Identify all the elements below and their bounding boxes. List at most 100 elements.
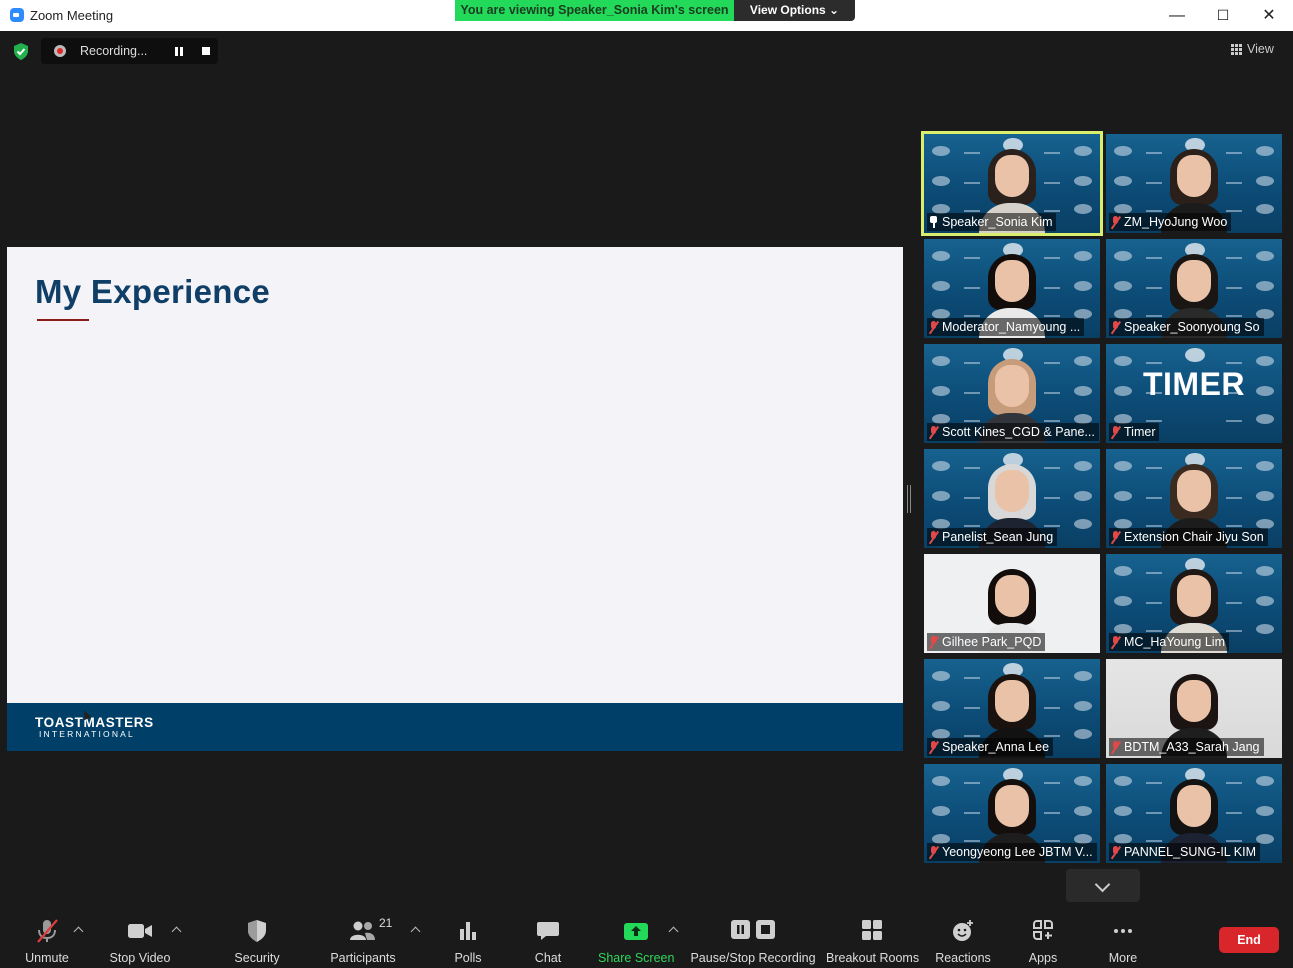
pause-recording-icon[interactable] — [174, 47, 184, 56]
encryption-shield-icon[interactable] — [13, 43, 29, 60]
participant-name-label: Speaker_Sonia Kim — [927, 213, 1057, 231]
breakout-rooms-icon — [862, 920, 882, 940]
gallery-scroll-down-button[interactable] — [1066, 869, 1140, 902]
zoom-meeting-window: { "window": { "title": "Zoom Meeting", "… — [0, 0, 1293, 968]
participant-name-label: Gilhee Park_PQD — [927, 633, 1046, 651]
security-shield-icon — [248, 920, 266, 942]
view-label: View — [1247, 42, 1274, 56]
share-screen-label: Share Screen — [598, 951, 675, 965]
participant-name: Speaker_Soonyoung So — [1124, 320, 1260, 334]
reactions-smiley-icon — [953, 920, 973, 941]
pause-stop-recording-label: Pause/Stop Recording — [690, 951, 816, 965]
participant-tile[interactable]: Gilhee Park_PQD — [924, 554, 1100, 653]
participant-name-label: Yeongyeong Lee JBTM V... — [927, 843, 1097, 861]
viewing-screen-banner: You are viewing Speaker_Sonia Kim's scre… — [455, 0, 734, 21]
participant-tile[interactable]: PANNEL_SUNG-IL KIM — [1106, 764, 1282, 863]
participant-name: Moderator_Namyoung ... — [942, 320, 1081, 334]
muted-mic-icon — [1111, 425, 1120, 439]
participant-tile[interactable]: Speaker_Anna Lee — [924, 659, 1100, 758]
participants-count: 21 — [379, 916, 393, 930]
muted-mic-icon — [1111, 215, 1120, 229]
participant-tile[interactable]: Extension Chair Jiyu Son — [1106, 449, 1282, 548]
participant-name: Extension Chair Jiyu Son — [1124, 530, 1264, 544]
spotlight-pin-icon — [929, 216, 938, 228]
participant-tile[interactable]: TIMER Timer — [1106, 344, 1282, 443]
share-screen-button[interactable]: Share Screen — [598, 918, 674, 966]
stop-recording-icon[interactable] — [202, 47, 210, 55]
polls-chart-icon — [460, 922, 476, 940]
zoom-app-icon — [10, 8, 24, 22]
shared-screen-slide: My Experience TOASTMASTERS INTERNATIONAL — [7, 247, 903, 751]
window-title: Zoom Meeting — [30, 8, 114, 23]
participant-tile[interactable]: MC_HaYoung Lim — [1106, 554, 1282, 653]
more-button[interactable]: More — [1102, 918, 1144, 966]
breakout-rooms-button[interactable]: Breakout Rooms — [826, 918, 920, 966]
participants-button[interactable]: 21 Participants — [326, 916, 400, 966]
participant-name: Panelist_Sean Jung — [942, 530, 1054, 544]
participant-tile[interactable]: ZM_HyoJung Woo — [1106, 134, 1282, 233]
participant-name-label: Scott Kines_CGD & Pane... — [927, 423, 1099, 441]
participant-name-label: Speaker_Anna Lee — [927, 738, 1054, 756]
grid-view-icon — [1231, 43, 1242, 55]
slide-title: My Experience — [35, 273, 271, 310]
apps-button[interactable]: Apps — [1022, 918, 1064, 966]
share-screen-arrow-icon — [624, 923, 648, 940]
toastmasters-logo: TOASTMASTERS INTERNATIONAL — [35, 716, 154, 739]
participant-tile[interactable]: Scott Kines_CGD & Pane... — [924, 344, 1100, 443]
chat-button[interactable]: Chat — [527, 918, 569, 966]
breakout-rooms-label: Breakout Rooms — [826, 951, 920, 965]
panel-splitter-handle[interactable] — [906, 485, 912, 513]
microphone-muted-icon — [37, 919, 58, 943]
participant-tile[interactable]: Speaker_Sonia Kim — [921, 131, 1103, 236]
reactions-button[interactable]: Reactions — [933, 918, 993, 966]
participants-icon — [350, 921, 375, 940]
participant-tile[interactable]: Panelist_Sean Jung — [924, 449, 1100, 548]
muted-mic-icon — [929, 845, 938, 859]
maximize-button[interactable]: ☐ — [1200, 0, 1246, 31]
participant-name: BDTM_A33_Sarah Jang — [1124, 740, 1260, 754]
participant-name-label: ZM_HyoJung Woo — [1109, 213, 1232, 231]
stop-video-label: Stop Video — [109, 951, 171, 965]
muted-mic-icon — [1111, 320, 1120, 334]
view-options-button[interactable]: View Options ⌄ — [734, 0, 855, 21]
muted-mic-icon — [929, 530, 938, 544]
security-label: Security — [234, 951, 280, 965]
polls-button[interactable]: Polls — [447, 918, 489, 966]
minimize-button[interactable]: — — [1154, 0, 1200, 31]
participant-name: Speaker_Anna Lee — [942, 740, 1050, 754]
participant-tile[interactable]: BDTM_A33_Sarah Jang — [1106, 659, 1282, 758]
pause-stop-icon — [731, 920, 775, 939]
muted-mic-icon — [1111, 635, 1120, 649]
participant-name: MC_HaYoung Lim — [1124, 635, 1225, 649]
muted-mic-icon — [929, 320, 938, 334]
more-label: More — [1108, 951, 1138, 965]
stop-video-button[interactable]: Stop Video — [105, 918, 175, 966]
participant-name: Gilhee Park_PQD — [942, 635, 1042, 649]
chat-label: Chat — [534, 951, 562, 965]
participant-name-label: Panelist_Sean Jung — [927, 528, 1058, 546]
close-button[interactable]: ✕ — [1246, 0, 1292, 31]
security-button[interactable]: Security — [228, 918, 286, 966]
participants-options-caret-icon[interactable] — [410, 926, 421, 937]
participant-name: Scott Kines_CGD & Pane... — [942, 425, 1095, 439]
apps-label: Apps — [1028, 951, 1058, 965]
recording-dot-icon — [54, 45, 66, 57]
pause-stop-recording-button[interactable]: Pause/Stop Recording — [690, 918, 816, 966]
participant-tile[interactable]: Yeongyeong Lee JBTM V... — [924, 764, 1100, 863]
participant-name-label: Timer — [1109, 423, 1160, 441]
participant-tile[interactable]: Moderator_Namyoung ... — [924, 239, 1100, 338]
participant-tile[interactable]: Speaker_Soonyoung So — [1106, 239, 1282, 338]
unmute-button[interactable]: Unmute — [18, 918, 76, 966]
apps-icon — [1033, 920, 1053, 940]
muted-mic-icon — [1111, 530, 1120, 544]
polls-label: Polls — [454, 951, 482, 965]
participant-name: Speaker_Sonia Kim — [942, 215, 1053, 229]
end-meeting-button[interactable]: End — [1219, 927, 1279, 953]
participant-name-label: PANNEL_SUNG-IL KIM — [1109, 843, 1260, 861]
view-layout-button[interactable]: View — [1231, 42, 1274, 56]
chat-bubble-icon — [537, 922, 559, 940]
muted-mic-icon — [1111, 740, 1120, 754]
recording-label: Recording... — [80, 44, 148, 58]
participant-name: ZM_HyoJung Woo — [1124, 215, 1228, 229]
more-dots-icon — [1114, 929, 1132, 933]
